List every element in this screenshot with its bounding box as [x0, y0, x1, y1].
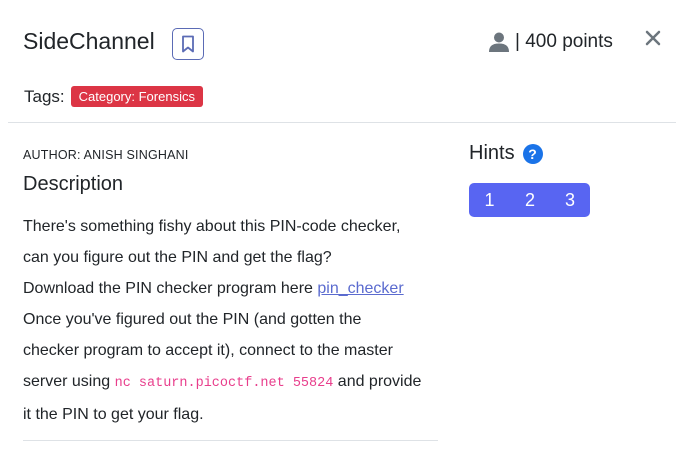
hint-1-button[interactable]: 1: [469, 183, 510, 217]
description-line: server using nc saturn.picoctf.net 55824…: [23, 366, 448, 399]
help-icon[interactable]: ?: [522, 143, 543, 164]
challenge-title: SideChannel: [23, 28, 155, 54]
author-label: AUTHOR: ANISH SINGHANI: [23, 148, 189, 162]
hints-label: Hints: [469, 142, 515, 164]
points-label: | 400 points: [515, 31, 613, 52]
description-divider: [23, 440, 438, 441]
hints-heading: Hints ?: [469, 142, 543, 165]
points-display: | 400 points: [488, 31, 613, 53]
description-line: Once you've figured out the PIN (and got…: [23, 311, 362, 328]
close-button[interactable]: [642, 27, 664, 49]
user-icon: [489, 32, 509, 52]
description-heading: Description: [23, 173, 124, 195]
description-line: Download the PIN checker program here pi…: [23, 273, 448, 304]
description-line: There's something fishy about this PIN-c…: [23, 218, 401, 235]
description-line: it the PIN to get your flag.: [23, 406, 204, 423]
tags-label: Tags:: [24, 86, 65, 106]
hint-2-button[interactable]: 2: [510, 183, 550, 217]
header-divider: [8, 122, 676, 123]
pin-checker-link[interactable]: pin_checker: [317, 280, 403, 297]
description-line: can you figure out the PIN and get the f…: [23, 249, 332, 266]
hint-button-group: 1 2 3: [469, 183, 590, 217]
challenge-header: SideChannel | 400 points Tags: Category:…: [0, 0, 686, 122]
description-text: server using: [23, 373, 115, 390]
description-text: and provide: [333, 373, 422, 390]
description-line: checker program to accept it), connect t…: [23, 342, 393, 359]
description-body: There's something fishy about this PIN-c…: [23, 211, 448, 430]
close-icon: [645, 30, 661, 46]
bookmark-icon: [182, 35, 194, 53]
tags-row: Tags: Category: Forensics: [24, 86, 203, 107]
bookmark-button[interactable]: [172, 28, 204, 60]
category-tag: Category: Forensics: [70, 86, 203, 107]
netcat-command: nc saturn.picoctf.net 55824: [114, 376, 334, 391]
description-text: Download the PIN checker program here: [23, 280, 318, 297]
hint-3-button[interactable]: 3: [550, 183, 590, 217]
